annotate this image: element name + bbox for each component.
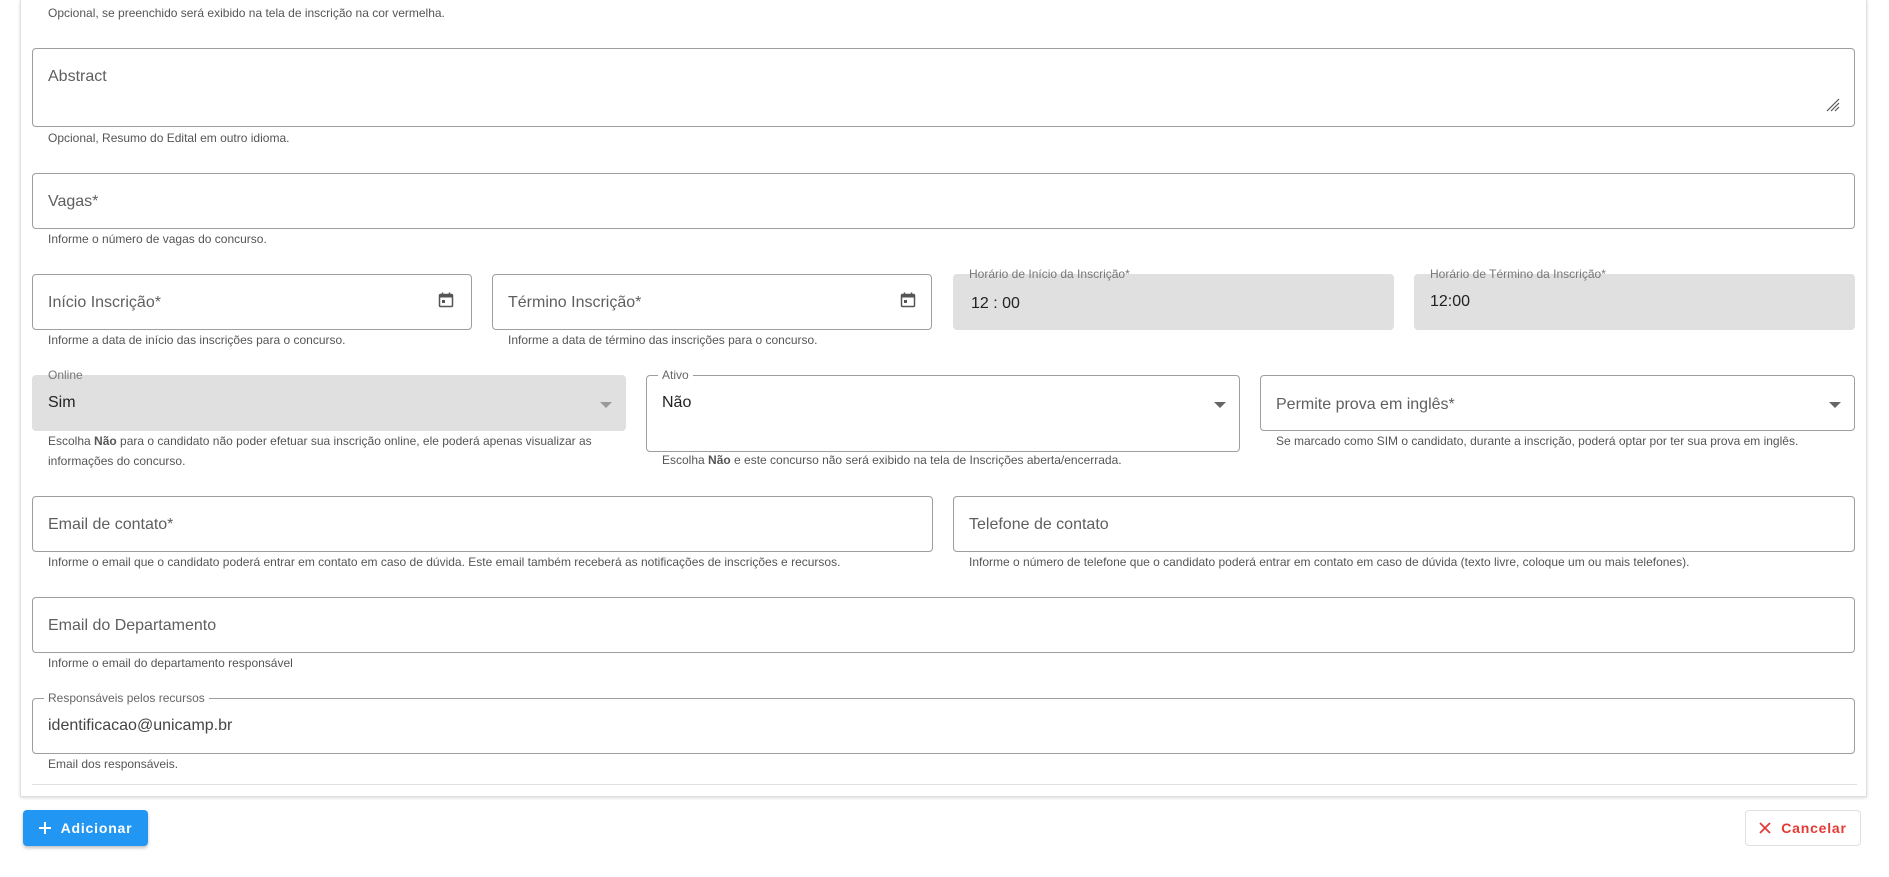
horario-termino-label: Horário de Término da Inscrição*	[1430, 267, 1606, 281]
cancel-button-label: Cancelar	[1781, 820, 1847, 836]
prova-ingles-placeholder: Permite prova em inglês*	[1276, 396, 1455, 413]
email-departamento-input[interactable]: Email do Departamento	[32, 597, 1855, 653]
vagas-hint: Informe o número de vagas do concurso.	[48, 232, 267, 246]
vagas-placeholder: Vagas*	[48, 193, 99, 210]
email-contato-placeholder: Email de contato*	[48, 516, 174, 533]
add-button-label: Adicionar	[60, 820, 133, 836]
abstract-hint: Opcional, Resumo do Edital em outro idio…	[48, 131, 290, 145]
horario-termino-input[interactable]: 12:00	[1414, 274, 1855, 330]
prova-ingles-hint: Se marcado como SIM o candidato, durante…	[1276, 434, 1799, 448]
termino-placeholder: Término Inscrição*	[508, 294, 642, 311]
horario-termino-value: 12:00	[1430, 293, 1471, 310]
chevron-down-icon	[600, 402, 612, 408]
vagas-input[interactable]: Vagas*	[32, 173, 1855, 229]
add-button[interactable]: Adicionar	[23, 810, 148, 846]
horario-inicio-label: Horário de Início da Inscrição*	[969, 267, 1130, 281]
cancel-button[interactable]: Cancelar	[1745, 810, 1861, 846]
responsaveis-hint: Email dos responsáveis.	[48, 757, 179, 771]
horario-inicio-value: 12 : 00	[971, 295, 1020, 312]
telefone-contato-input[interactable]: Telefone de contato	[953, 496, 1855, 552]
abstract-textarea[interactable]: Abstract	[32, 48, 1855, 127]
resize-handle-icon[interactable]	[1826, 98, 1840, 112]
inicio-inscricao-input[interactable]: Início Inscrição*	[32, 274, 472, 330]
online-hint: Escolha Não para o candidato não poder e…	[48, 434, 592, 468]
divider	[32, 784, 1857, 785]
telefone-hint: Informe o número de telefone que o candi…	[969, 555, 1690, 569]
prova-ingles-select[interactable]: Permite prova em inglês*	[1260, 375, 1855, 431]
responsaveis-value: identificacao@unicamp.br	[48, 717, 233, 734]
email-contato-input[interactable]: Email de contato*	[32, 496, 933, 552]
online-value: Sim	[48, 394, 76, 411]
top-hint: Opcional, se preenchido será exibido na …	[48, 6, 445, 20]
online-label: Online	[48, 368, 83, 382]
ativo-value: Não	[662, 394, 692, 411]
horario-inicio-input[interactable]: 12 : 00	[953, 274, 1394, 330]
responsaveis-label: Responsáveis pelos recursos	[44, 692, 209, 704]
telefone-placeholder: Telefone de contato	[969, 516, 1109, 533]
termino-inscricao-input[interactable]: Término Inscrição*	[492, 274, 932, 330]
ativo-select[interactable]: Não	[646, 375, 1240, 452]
calendar-icon[interactable]	[900, 292, 916, 308]
inicio-placeholder: Início Inscrição*	[48, 294, 161, 311]
calendar-icon[interactable]	[438, 292, 454, 308]
ativo-hint: Escolha Não e este concurso não será exi…	[662, 453, 1122, 467]
chevron-down-icon	[1214, 402, 1226, 408]
abstract-placeholder: Abstract	[48, 68, 107, 85]
inicio-hint: Informe a data de início das inscrições …	[48, 333, 346, 347]
email-contato-hint: Informe o email que o candidato poderá e…	[48, 555, 841, 569]
ativo-label: Ativo	[658, 369, 693, 381]
email-departamento-placeholder: Email do Departamento	[48, 617, 217, 634]
email-departamento-hint: Informe o email do departamento responsá…	[48, 656, 293, 670]
close-icon	[1759, 822, 1771, 834]
plus-icon	[38, 822, 51, 834]
online-select[interactable]: Sim	[32, 375, 626, 431]
chevron-down-icon	[1829, 402, 1841, 408]
responsaveis-input[interactable]: identificacao@unicamp.br	[32, 698, 1855, 754]
termino-hint: Informe a data de término das inscrições…	[508, 333, 818, 347]
